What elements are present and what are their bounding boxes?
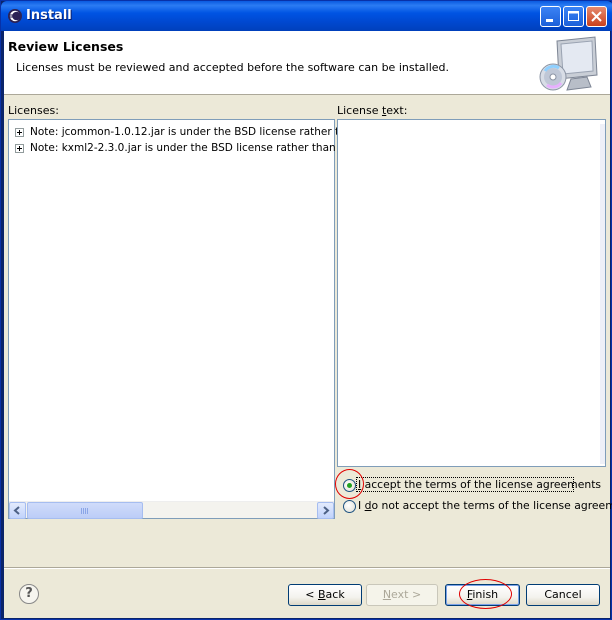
scroll-right-button[interactable] <box>317 502 334 519</box>
arrow-right-icon <box>323 506 330 515</box>
licenses-tree[interactable]: Note: jcommon-1.0.12.jar is under the BS… <box>8 119 359 519</box>
expand-icon[interactable] <box>15 144 24 153</box>
license-text-label: License text: <box>337 104 408 117</box>
cancel-button[interactable]: Cancel <box>526 584 600 606</box>
help-icon: ? <box>25 586 33 601</box>
minimize-icon <box>546 19 553 22</box>
decline-radio-label[interactable]: I do not accept the terms of the license… <box>358 499 612 512</box>
help-button[interactable]: ? <box>19 584 39 604</box>
minimize-button[interactable] <box>540 6 561 27</box>
highlight-ellipse <box>335 469 364 499</box>
separator <box>4 567 610 569</box>
dialog-body: Review Licenses Licenses must be reviewe… <box>4 31 612 618</box>
title-bar[interactable]: Install <box>1 1 612 31</box>
accept-radio-label[interactable]: I accept the terms of the license agreem… <box>358 478 601 491</box>
vertical-scrollbar[interactable] <box>600 124 605 464</box>
horizontal-scrollbar[interactable] <box>9 501 334 519</box>
decline-radio[interactable] <box>343 500 356 513</box>
licenses-label: Licenses: <box>8 104 59 117</box>
maximize-icon <box>568 11 579 21</box>
tree-item-label: Note: kxml2-2.3.0.jar is under the BSD l… <box>30 142 357 154</box>
arrow-left-icon <box>13 506 20 515</box>
scroll-left-button[interactable] <box>9 502 26 519</box>
close-button[interactable] <box>586 6 607 27</box>
close-icon <box>591 11 602 22</box>
tree-item-label: Note: jcommon-1.0.12.jar is under the BS… <box>30 126 359 138</box>
eclipse-icon <box>8 9 22 23</box>
wizard-header: Review Licenses Licenses must be reviewe… <box>4 31 610 95</box>
highlight-ellipse <box>459 579 512 609</box>
page-description: Licenses must be reviewed and accepted b… <box>16 61 449 74</box>
next-button[interactable]: Next > <box>366 584 438 606</box>
page-title: Review Licenses <box>8 39 124 54</box>
computer-install-icon <box>537 35 601 93</box>
window-title: Install <box>26 8 72 23</box>
expand-icon[interactable] <box>15 128 24 137</box>
install-window: Install Review Licenses Licenses must be… <box>0 0 612 620</box>
back-button[interactable]: < Back <box>288 584 362 606</box>
scroll-thumb[interactable] <box>27 502 143 519</box>
maximize-button[interactable] <box>563 6 584 27</box>
license-text-area[interactable] <box>337 119 606 467</box>
